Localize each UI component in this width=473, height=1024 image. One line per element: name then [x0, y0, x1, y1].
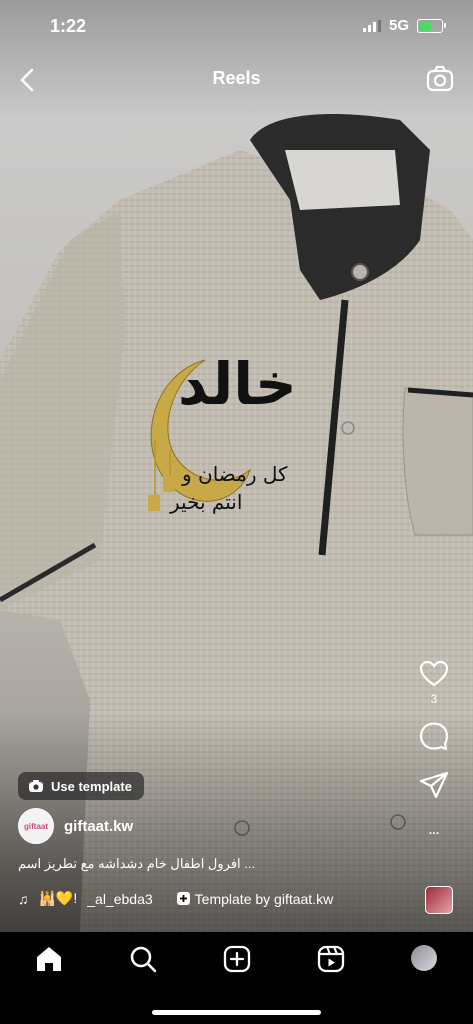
template-by-label: Template by giftaat.kw	[194, 890, 334, 907]
use-template-label: Use template	[51, 778, 132, 794]
avatar[interactable]: giftaat	[18, 808, 54, 844]
status-time: 1:22	[50, 16, 87, 36]
comment-icon[interactable]	[418, 720, 450, 752]
audio-track[interactable]: _al_ebda3	[87, 891, 152, 907]
reel-actions: 3	[409, 658, 459, 844]
battery-icon	[417, 18, 446, 33]
avatar-logo: giftaat	[24, 821, 48, 831]
music-emoji: 🕌💛!	[38, 890, 78, 906]
music-note-icon: ♫	[18, 890, 29, 907]
embroidery-greeting-1: كل رمضان و	[182, 462, 288, 486]
music-row[interactable]: ♫ 🕌💛! _al_ebda3 Template by giftaat.kw	[18, 890, 459, 907]
reels-icon[interactable]	[316, 944, 346, 974]
send-icon[interactable]	[418, 770, 450, 802]
more-options-icon[interactable]	[418, 830, 450, 844]
camera-small-icon	[29, 780, 43, 792]
username[interactable]: giftaat.kw	[64, 818, 133, 835]
reels-header: Reels	[0, 60, 473, 100]
network-label: 5G	[388, 17, 409, 34]
profile-avatar[interactable]	[411, 945, 437, 971]
heart-icon[interactable]	[418, 658, 450, 690]
template-attribution[interactable]: Template by giftaat.kw	[176, 890, 334, 907]
embroidery-name: خالد	[178, 350, 297, 418]
signal-icon	[362, 19, 381, 32]
status-bar: 1:22 5G	[0, 0, 473, 54]
like-count: 3	[430, 692, 438, 706]
embroidery-greeting-2: انتم بخير	[170, 490, 243, 514]
audio-thumbnail[interactable]	[425, 886, 453, 914]
create-icon[interactable]	[222, 944, 252, 974]
search-icon[interactable]	[128, 944, 158, 974]
home-indicator	[152, 1010, 321, 1015]
camera-icon[interactable]	[425, 64, 455, 94]
page-title: Reels	[212, 68, 261, 88]
reel-caption[interactable]: افرول اطفال خام دشداشه مع تطريز اسم ...	[18, 856, 255, 872]
reel-author[interactable]: giftaat giftaat.kw	[18, 808, 133, 844]
home-icon[interactable]	[34, 944, 64, 974]
plus-square-icon	[176, 892, 190, 905]
use-template-button[interactable]: Use template	[18, 772, 144, 800]
